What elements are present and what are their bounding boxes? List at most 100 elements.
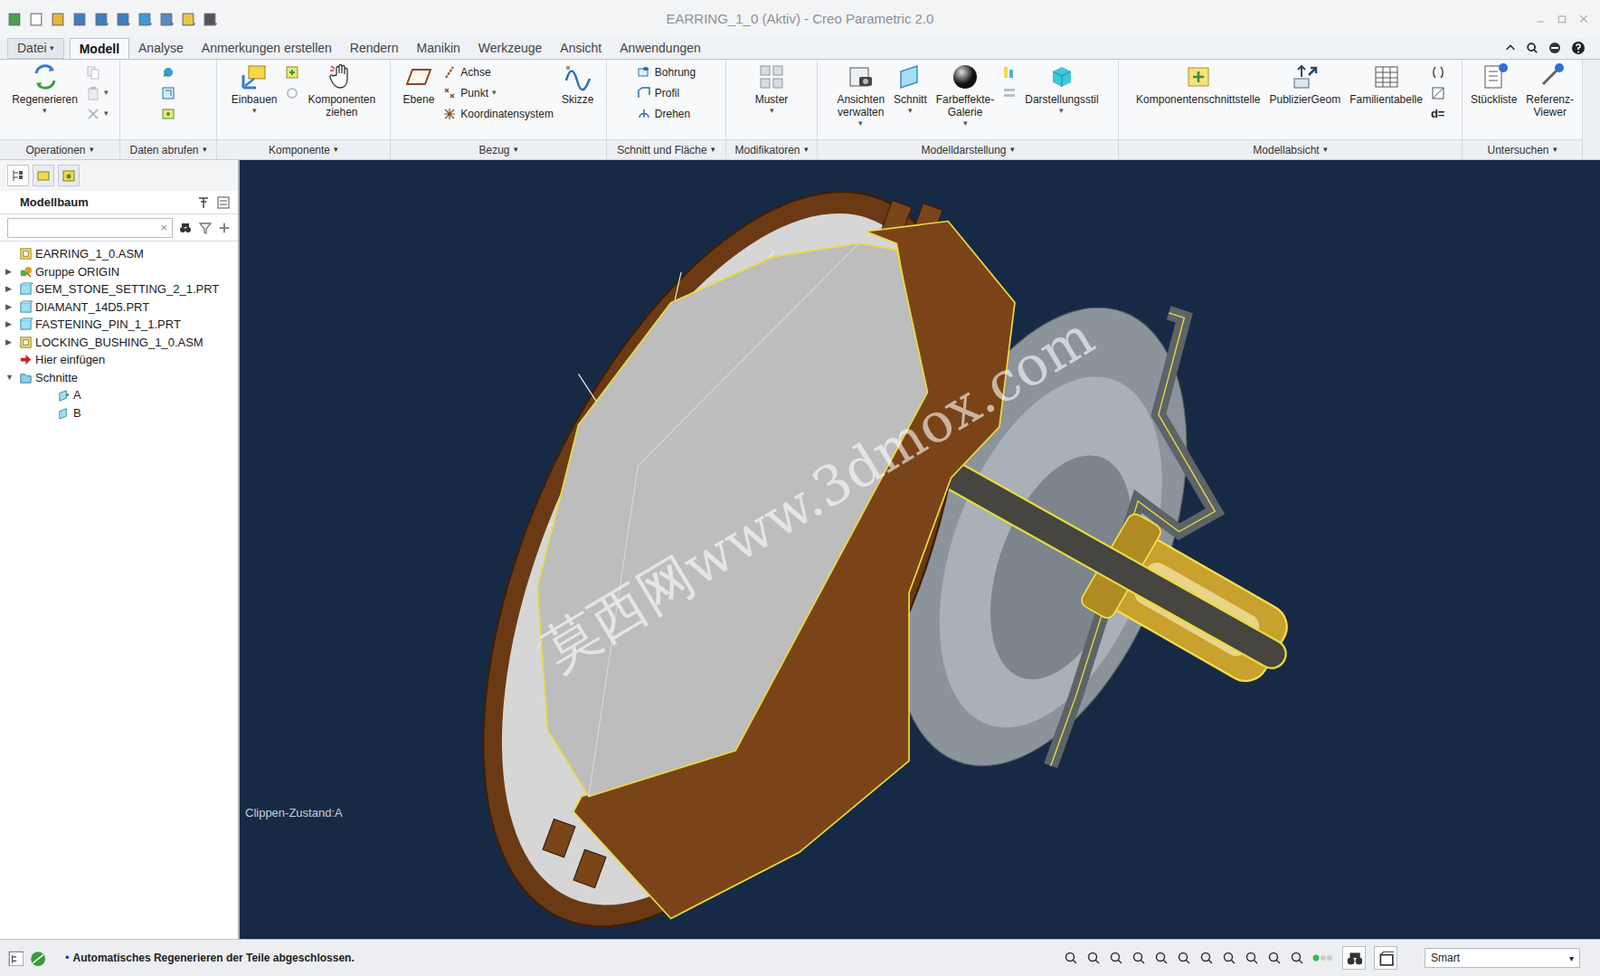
dropdown-arrow[interactable]: ▾ xyxy=(104,107,109,121)
dropdown-arrow[interactable]: ▾ xyxy=(89,143,95,157)
ribbon-tab[interactable]: Rendern xyxy=(340,37,408,59)
dropdown-arrow[interactable]: ▾ xyxy=(908,105,913,116)
quick-access-icon[interactable] xyxy=(7,11,23,28)
ribbon-group-label[interactable]: Untersuchen▾ xyxy=(1462,139,1582,160)
tree-expander[interactable]: ▶ xyxy=(5,265,17,279)
help-icon[interactable] xyxy=(1571,40,1586,56)
tool-button[interactable] xyxy=(1429,63,1448,82)
ribbon-button[interactable]: Einbauen▾ xyxy=(228,59,281,116)
dropdown-arrow[interactable]: ▾ xyxy=(104,86,109,100)
dropdown-arrow[interactable]: ▾ xyxy=(513,143,519,157)
tool-button[interactable]: Achse xyxy=(440,63,556,82)
search-icon[interactable] xyxy=(1525,41,1539,55)
ribbon-button[interactable]: Muster▾ xyxy=(752,59,792,116)
quick-access-icon[interactable] xyxy=(72,11,88,28)
tool-button[interactable] xyxy=(159,63,178,82)
view-tool-icon[interactable] xyxy=(1176,950,1192,966)
tree-item[interactable]: Hier einfügen xyxy=(0,350,238,370)
community-icon[interactable] xyxy=(1547,40,1563,56)
view-tool-icon[interactable] xyxy=(1131,950,1146,966)
ribbon-tab[interactable]: Modell xyxy=(69,37,130,59)
quick-access-icon[interactable] xyxy=(202,11,218,28)
graphics-viewport[interactable]: 莫西网www.3dmox.comClippen-Zustand:A xyxy=(239,160,1600,939)
add-column-icon[interactable] xyxy=(217,221,231,235)
model-tree-tab-icon[interactable] xyxy=(10,168,26,183)
quick-access-icon[interactable] xyxy=(28,11,45,28)
dropdown-arrow[interactable]: ▾ xyxy=(710,143,716,157)
ribbon-group-label[interactable]: Daten abrufen▾ xyxy=(120,139,217,160)
ribbon-tab[interactable]: Anwendungen xyxy=(610,37,711,59)
ribbon-group-label[interactable]: Schnitt und Fläche▾ xyxy=(606,139,726,160)
tree-item[interactable]: ▶Gruppe ORIGIN xyxy=(0,263,238,282)
tree-item[interactable]: B xyxy=(0,404,238,423)
dropdown-arrow[interactable]: ▾ xyxy=(492,86,497,100)
ribbon-group-label[interactable]: Modelldarstellung▾ xyxy=(817,139,1118,160)
view-tool-icon[interactable] xyxy=(1289,950,1305,966)
ribbon-button[interactable]: Darstellungsstil▾ xyxy=(1022,59,1101,116)
tree-expander[interactable]: ▶ xyxy=(5,318,17,332)
tree-search-input[interactable] xyxy=(10,219,159,237)
tool-button[interactable] xyxy=(1000,63,1019,82)
folder-browser-tab-icon[interactable] xyxy=(36,168,51,183)
tool-button[interactable]: ▾ xyxy=(84,104,111,124)
ribbon-group-label[interactable]: Modellabsicht▾ xyxy=(1118,139,1462,160)
tool-button[interactable] xyxy=(283,84,302,103)
view-tool-icon[interactable] xyxy=(1244,950,1260,966)
ribbon-button[interactable]: Komponentenziehen xyxy=(304,59,379,119)
find-icon[interactable] xyxy=(178,220,193,236)
selection-box-icon[interactable] xyxy=(1377,949,1394,966)
tree-item[interactable]: EARRING_1_0.ASM xyxy=(0,245,238,264)
ribbon-button[interactable]: Regenerieren▾ xyxy=(9,59,81,116)
tool-button[interactable] xyxy=(159,104,178,124)
dropdown-arrow[interactable]: ▾ xyxy=(202,143,208,157)
ribbon-button[interactable]: Farbeffekte-Galerie▾ xyxy=(933,59,997,129)
view-tool-icon[interactable] xyxy=(1063,950,1079,966)
view-tool-icon[interactable] xyxy=(1154,950,1169,966)
ribbon-button[interactable]: Familientabelle xyxy=(1346,59,1426,106)
tool-button[interactable]: Koordinatensystem xyxy=(440,104,556,124)
tool-button[interactable] xyxy=(1000,84,1019,103)
dropdown-arrow[interactable]: ▾ xyxy=(252,105,257,116)
browser-toggle-icon[interactable] xyxy=(28,949,46,966)
tree-expander[interactable]: ▼ xyxy=(5,371,17,385)
ribbon-group-label[interactable]: Modifikatoren▾ xyxy=(726,139,817,160)
dropdown-arrow[interactable]: ▾ xyxy=(1323,143,1328,157)
tree-item[interactable]: ▶GEM_STONE_SETTING_2_1.PRT xyxy=(0,280,238,299)
clear-search-button[interactable]: × xyxy=(158,218,170,237)
ribbon-tab[interactable]: Werkzeuge xyxy=(469,37,552,59)
close-icon[interactable] xyxy=(1578,13,1590,25)
view-tool-icon[interactable] xyxy=(1199,950,1214,966)
tree-item[interactable]: A xyxy=(0,386,238,405)
dropdown-arrow[interactable]: ▾ xyxy=(1010,143,1015,157)
find-tool-icon[interactable] xyxy=(1345,949,1363,966)
ribbon-group-label[interactable]: Komponente▾ xyxy=(217,139,390,160)
quick-access-icon[interactable] xyxy=(94,11,110,28)
tool-button[interactable]: Profil xyxy=(634,84,698,103)
view-tool-icon[interactable] xyxy=(1267,950,1282,966)
tree-expander[interactable]: ▶ xyxy=(5,336,17,350)
settings-icon[interactable] xyxy=(196,195,211,210)
quick-access-icon[interactable] xyxy=(180,11,197,28)
dropdown-arrow[interactable]: ▾ xyxy=(1059,105,1064,116)
tool-button[interactable]: Punkt▾ xyxy=(440,84,556,103)
ribbon-button[interactable]: Skizze xyxy=(558,59,597,106)
ribbon-button[interactable]: Referenz-Viewer xyxy=(1523,59,1577,119)
selection-filter[interactable]: Smart▾ xyxy=(1424,947,1581,968)
quick-access-icon[interactable] xyxy=(159,11,175,28)
tool-button[interactable] xyxy=(84,63,111,82)
dropdown-arrow[interactable]: ▾ xyxy=(858,118,863,129)
tree-expander[interactable]: ▶ xyxy=(5,283,17,296)
quick-access-icon[interactable] xyxy=(50,11,67,28)
tree-expander[interactable]: ▶ xyxy=(5,301,17,314)
ribbon-tab[interactable]: Ansicht xyxy=(550,37,611,59)
view-tool-icon[interactable] xyxy=(1221,950,1237,966)
ribbon-button[interactable]: Ansichtenverwalten▾ xyxy=(833,59,888,129)
ribbon-tab[interactable]: Manikin xyxy=(407,37,470,59)
tool-button[interactable]: d= xyxy=(1429,104,1448,124)
dropdown-arrow[interactable]: ▾ xyxy=(804,143,809,157)
tool-button[interactable] xyxy=(1429,84,1448,103)
ribbon-group-label[interactable]: Operationen▾ xyxy=(0,139,120,160)
dropdown-arrow[interactable]: ▾ xyxy=(42,105,48,116)
minimize-icon[interactable] xyxy=(1534,13,1546,25)
quick-access-icon[interactable] xyxy=(115,11,132,28)
